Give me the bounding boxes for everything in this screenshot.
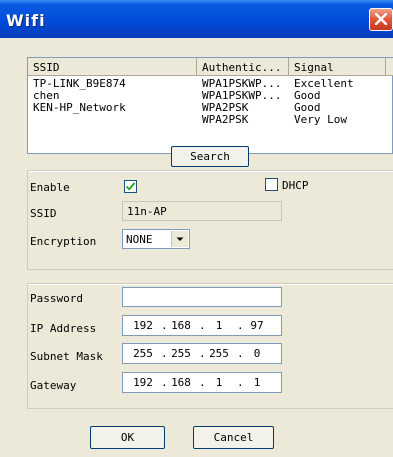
list-item[interactable]: TP-LINK_B9E874 WPA1PSKWP... Excellent bbox=[28, 78, 392, 90]
ip-octet[interactable]: 192 bbox=[128, 319, 158, 332]
list-item-signal: Good bbox=[294, 102, 321, 114]
column-header-filler bbox=[386, 58, 393, 76]
subnet-mask-field[interactable]: 255 . 255 . 255 . 0 bbox=[122, 343, 282, 364]
list-item[interactable]: chen WPA1PSKWP... Good bbox=[28, 90, 392, 102]
gateway-field[interactable]: 192 . 168 . 1 . 1 bbox=[122, 372, 282, 393]
close-button[interactable] bbox=[369, 8, 393, 31]
gateway-octet[interactable]: 1 bbox=[242, 376, 272, 389]
column-header-authentication[interactable]: Authentic... bbox=[197, 58, 289, 76]
ip-octet[interactable]: 168 bbox=[166, 319, 196, 332]
network-list[interactable]: SSID Authentic... Signal TP-LINK_B9E874 … bbox=[27, 57, 393, 154]
subnet-mask-label: Subnet Mask bbox=[30, 350, 103, 363]
ssid-value: 11n-AP bbox=[127, 205, 167, 218]
encryption-select[interactable]: NONE bbox=[122, 229, 190, 249]
gateway-octet[interactable]: 1 bbox=[204, 376, 234, 389]
ok-button[interactable]: OK bbox=[90, 426, 165, 449]
list-item-auth: WPA2PSK bbox=[202, 114, 249, 126]
list-item-auth: WPA1PSKWP... bbox=[202, 90, 282, 102]
enable-label: Enable bbox=[30, 181, 70, 194]
gateway-label: Gateway bbox=[30, 379, 77, 392]
group-divider bbox=[27, 269, 393, 270]
encryption-value: NONE bbox=[126, 233, 153, 246]
ip-octet[interactable]: 97 bbox=[242, 319, 272, 332]
dhcp-label: DHCP bbox=[282, 179, 309, 192]
enable-checkbox[interactable] bbox=[124, 180, 137, 193]
ip-octet[interactable]: 1 bbox=[204, 319, 234, 332]
window-title: Wifi bbox=[6, 11, 46, 30]
group-divider bbox=[27, 170, 393, 172]
list-item-ssid: KEN-HP_Network bbox=[33, 102, 126, 114]
chevron-down-icon bbox=[176, 237, 184, 241]
title-bar[interactable]: Wifi bbox=[0, 0, 393, 38]
mask-octet[interactable]: 255 bbox=[166, 347, 196, 360]
list-item[interactable]: WPA2PSK Very Low bbox=[28, 114, 392, 126]
group-border bbox=[27, 283, 28, 408]
list-item-signal: Excellent bbox=[294, 78, 354, 90]
column-header-ssid[interactable]: SSID bbox=[28, 58, 197, 76]
dhcp-checkbox[interactable] bbox=[265, 178, 278, 191]
close-icon bbox=[375, 13, 387, 25]
mask-octet[interactable]: 255 bbox=[128, 347, 158, 360]
list-item-auth: WPA2PSK bbox=[202, 102, 249, 114]
mask-octet[interactable]: 0 bbox=[242, 347, 272, 360]
group-divider bbox=[27, 408, 393, 409]
group-divider bbox=[27, 283, 393, 285]
encryption-label: Encryption bbox=[30, 235, 97, 248]
list-item[interactable]: KEN-HP_Network WPA2PSK Good bbox=[28, 102, 392, 114]
dropdown-button[interactable] bbox=[171, 231, 188, 247]
list-item-ssid: TP-LINK_B9E874 bbox=[33, 78, 126, 90]
password-label: Password bbox=[30, 292, 83, 305]
ip-address-field[interactable]: 192 . 168 . 1 . 97 bbox=[122, 315, 282, 336]
search-button[interactable]: Search bbox=[171, 146, 249, 167]
group-border bbox=[27, 170, 28, 269]
ip-address-label: IP Address bbox=[30, 322, 97, 335]
list-item-ssid: chen bbox=[33, 90, 60, 102]
column-header-signal[interactable]: Signal bbox=[289, 58, 386, 76]
ssid-label: SSID bbox=[30, 207, 57, 220]
cancel-button[interactable]: Cancel bbox=[193, 426, 274, 449]
mask-octet[interactable]: 255 bbox=[204, 347, 234, 360]
list-item-auth: WPA1PSKWP... bbox=[202, 78, 282, 90]
checkmark-icon bbox=[125, 182, 136, 191]
password-field[interactable] bbox=[122, 287, 282, 307]
ssid-field[interactable]: 11n-AP bbox=[122, 201, 282, 221]
wifi-dialog: Wifi SSID Authentic... Signal TP-LINK_B9… bbox=[0, 0, 393, 457]
gateway-octet[interactable]: 192 bbox=[128, 376, 158, 389]
gateway-octet[interactable]: 168 bbox=[166, 376, 196, 389]
list-item-signal: Good bbox=[294, 90, 321, 102]
list-item-signal: Very Low bbox=[294, 114, 347, 126]
